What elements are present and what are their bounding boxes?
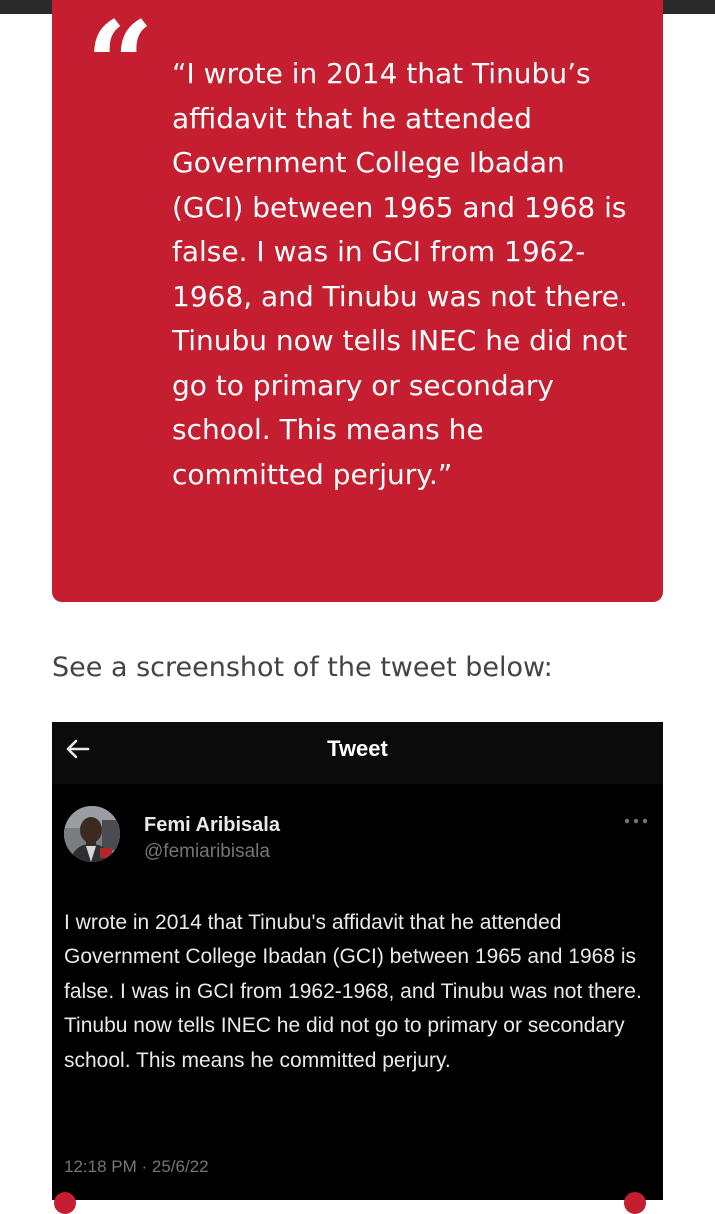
corner-dot-right bbox=[624, 1192, 646, 1214]
avatar-photo bbox=[64, 806, 120, 862]
tweet-header-title: Tweet bbox=[327, 736, 388, 761]
more-dots-icon[interactable] bbox=[622, 816, 650, 826]
tweet-text: I wrote in 2014 that Tinubu's affidavit … bbox=[64, 911, 642, 1072]
avatar[interactable] bbox=[64, 806, 120, 862]
tweet-author-handle[interactable]: @femiaribisala bbox=[144, 840, 270, 864]
article-paragraph: See a screenshot of the tweet below: bbox=[52, 652, 553, 683]
tweet-header: Tweet bbox=[52, 722, 663, 784]
tweet-timestamp: 12:18 PM · 25/6/22 bbox=[64, 1157, 209, 1176]
tweet-author-name[interactable]: Femi Aribisala bbox=[144, 813, 280, 837]
quote-mark-icon: “ bbox=[86, 0, 154, 134]
corner-dot-left bbox=[54, 1192, 76, 1214]
tweet-screenshot: Tweet Femi Aribisala @femiaribisala I wr… bbox=[52, 722, 663, 1200]
pull-quote: “ “I wrote in 2014 that Tinubu’s affidav… bbox=[52, 0, 663, 602]
pull-quote-text: “I wrote in 2014 that Tinubu’s affidavit… bbox=[172, 57, 628, 491]
